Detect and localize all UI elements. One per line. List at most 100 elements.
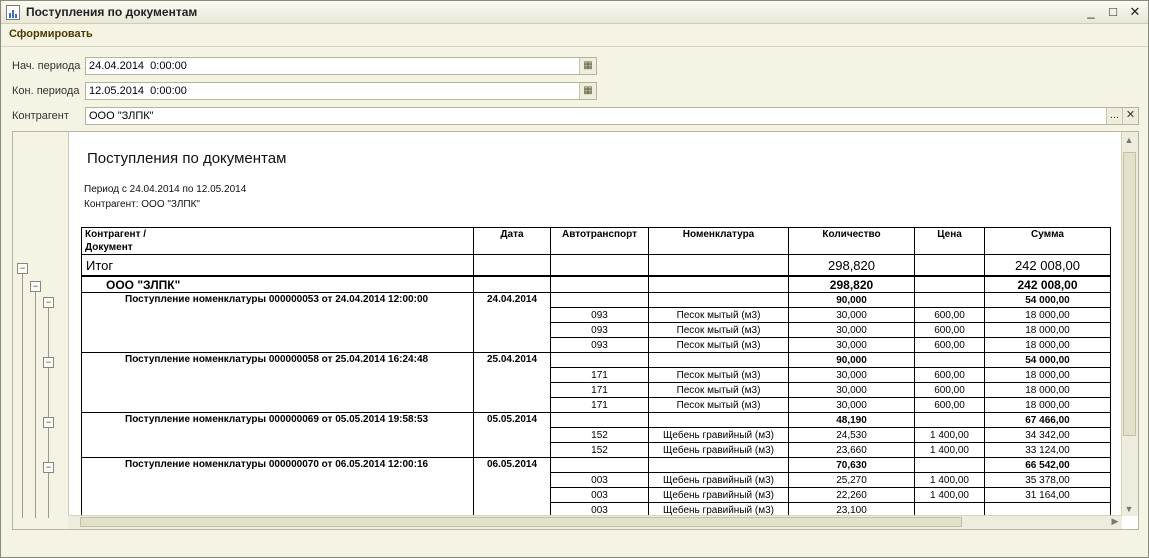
qty-cell: 30,000 bbox=[788, 322, 915, 338]
item-cell: Песок мытый (м3) bbox=[648, 367, 789, 383]
document-qty: 70,630 bbox=[788, 457, 915, 473]
document-sum: 54 000,00 bbox=[984, 352, 1111, 368]
document-date: 06.05.2014 bbox=[473, 457, 551, 518]
vertical-scrollbar[interactable]: ▲ ▼ bbox=[1121, 132, 1138, 516]
qty-cell: 24,530 bbox=[788, 427, 915, 443]
period-start-field[interactable]: ▦ bbox=[85, 57, 597, 75]
vehicle-cell: 171 bbox=[550, 367, 649, 383]
empty-cell bbox=[914, 254, 985, 277]
scroll-thumb[interactable] bbox=[80, 517, 962, 527]
qty-cell: 23,660 bbox=[788, 442, 915, 458]
item-cell: Щебень гравийный (м3) bbox=[648, 472, 789, 488]
empty-cell bbox=[550, 275, 649, 293]
scroll-thumb[interactable] bbox=[1123, 152, 1136, 436]
column-header: Дата bbox=[473, 227, 551, 255]
document-sum: 66 542,00 bbox=[984, 457, 1111, 473]
empty-cell bbox=[914, 412, 985, 428]
period-end-label: Кон. периода bbox=[12, 85, 80, 97]
total-qty: 298,820 bbox=[788, 254, 915, 277]
document-row: Поступление номенклатуры 000000069 от 05… bbox=[81, 412, 1111, 458]
close-button[interactable]: ✕ bbox=[1126, 4, 1144, 20]
period-end-input[interactable] bbox=[86, 83, 596, 99]
counterparty-input[interactable] bbox=[86, 108, 1106, 124]
document-date: 05.05.2014 bbox=[473, 412, 551, 458]
period-start-input[interactable] bbox=[86, 58, 596, 74]
calendar-icon[interactable]: ▦ bbox=[579, 83, 596, 99]
sum-cell: 18 000,00 bbox=[984, 337, 1111, 353]
title-bar: Поступления по документам _ □ ✕ bbox=[1, 1, 1148, 24]
price-cell: 600,00 bbox=[914, 367, 985, 383]
maximize-button[interactable]: □ bbox=[1104, 4, 1122, 20]
item-cell: Щебень гравийный (м3) bbox=[648, 427, 789, 443]
empty-cell bbox=[550, 254, 649, 277]
report-period: Период с 24.04.2014 по 12.05.2014 bbox=[84, 184, 247, 195]
status-strip bbox=[1, 537, 1148, 557]
report-table: Контрагент / Документ Дата Автотранспорт Но… bbox=[81, 227, 1111, 518]
price-cell: 600,00 bbox=[914, 337, 985, 353]
collapse-icon[interactable]: − bbox=[43, 462, 54, 473]
empty-cell bbox=[648, 275, 789, 293]
scroll-down-icon[interactable]: ▼ bbox=[1122, 504, 1136, 514]
empty-cell bbox=[473, 275, 551, 293]
scroll-right-icon[interactable]: ▶ bbox=[1108, 516, 1122, 527]
sum-cell: 18 000,00 bbox=[984, 367, 1111, 383]
counterparty-sum: 242 008,00 bbox=[984, 275, 1111, 293]
report-title: Поступления по документам bbox=[87, 150, 287, 167]
document-name: Поступление номенклатуры 000000069 от 05… bbox=[81, 412, 474, 458]
collapse-icon[interactable]: − bbox=[17, 263, 28, 274]
counterparty-label: Контрагент bbox=[12, 110, 69, 122]
column-header: Цена bbox=[914, 227, 985, 255]
document-date: 24.04.2014 bbox=[473, 292, 551, 353]
vehicle-cell: 152 bbox=[550, 442, 649, 458]
sum-cell: 34 342,00 bbox=[984, 427, 1111, 443]
empty-cell bbox=[914, 292, 985, 308]
collapse-icon[interactable]: − bbox=[43, 357, 54, 368]
vehicle-cell: 093 bbox=[550, 307, 649, 323]
clear-icon[interactable]: ✕ bbox=[1122, 108, 1138, 124]
item-cell: Песок мытый (м3) bbox=[648, 337, 789, 353]
sum-cell: 31 164,00 bbox=[984, 487, 1111, 503]
qty-cell: 30,000 bbox=[788, 382, 915, 398]
counterparty-field[interactable]: ... ✕ bbox=[85, 107, 1139, 125]
document-qty: 48,190 bbox=[788, 412, 915, 428]
qty-cell: 22,260 bbox=[788, 487, 915, 503]
counterparty-qty: 298,820 bbox=[788, 275, 915, 293]
column-header: Номенклатура bbox=[648, 227, 789, 255]
empty-cell bbox=[914, 457, 985, 473]
vehicle-cell: 171 bbox=[550, 397, 649, 413]
price-cell: 600,00 bbox=[914, 322, 985, 338]
empty-cell bbox=[914, 275, 985, 293]
report-app-icon bbox=[6, 5, 20, 20]
price-cell: 1 400,00 bbox=[914, 472, 985, 488]
document-sum: 67 466,00 bbox=[984, 412, 1111, 428]
column-header: Сумма bbox=[984, 227, 1111, 255]
select-button[interactable]: ... bbox=[1106, 108, 1122, 124]
sum-cell: 18 000,00 bbox=[984, 322, 1111, 338]
generate-button[interactable]: Сформировать bbox=[9, 28, 93, 40]
sum-cell: 18 000,00 bbox=[984, 382, 1111, 398]
qty-cell: 30,000 bbox=[788, 367, 915, 383]
counterparty-row: ООО "ЗЛПК" 298,820 242 008,00 bbox=[81, 275, 1111, 293]
empty-cell bbox=[914, 352, 985, 368]
horizontal-scrollbar[interactable]: ▶ bbox=[68, 515, 1122, 529]
empty-cell bbox=[648, 254, 789, 277]
item-cell: Песок мытый (м3) bbox=[648, 382, 789, 398]
total-sum: 242 008,00 bbox=[984, 254, 1111, 277]
calendar-icon[interactable]: ▦ bbox=[579, 58, 596, 74]
collapse-icon[interactable]: − bbox=[30, 281, 41, 292]
price-cell: 1 400,00 bbox=[914, 427, 985, 443]
document-name: Поступление номенклатуры 000000053 от 24… bbox=[81, 292, 474, 353]
item-cell: Щебень гравийный (м3) bbox=[648, 442, 789, 458]
collapse-icon[interactable]: − bbox=[43, 297, 54, 308]
document-qty: 90,000 bbox=[788, 352, 915, 368]
collapse-icon[interactable]: − bbox=[43, 417, 54, 428]
period-end-field[interactable]: ▦ bbox=[85, 82, 597, 100]
report-counterparty: Контрагент: ООО "ЗЛПК" bbox=[84, 199, 200, 210]
report-area: − − − − − − Поступления по документам Пе… bbox=[12, 131, 1139, 530]
item-cell: Щебень гравийный (м3) bbox=[648, 487, 789, 503]
minimize-button[interactable]: _ bbox=[1082, 4, 1100, 20]
grouping-gutter: − − − − − − bbox=[13, 132, 69, 529]
scroll-up-icon[interactable]: ▲ bbox=[1122, 135, 1136, 145]
price-cell: 600,00 bbox=[914, 397, 985, 413]
empty-cell bbox=[550, 352, 649, 368]
